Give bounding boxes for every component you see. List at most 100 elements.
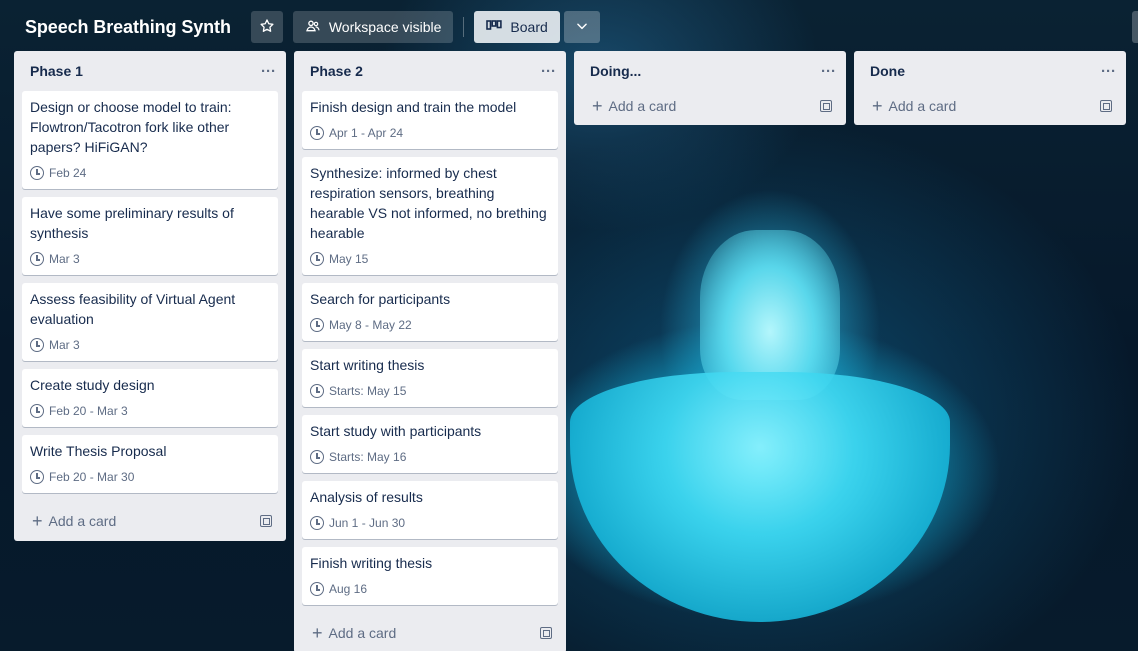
due-date-badge: Feb 20 - Mar 30 — [30, 467, 270, 487]
card-title: Design or choose model to train: Flowtro… — [30, 99, 232, 155]
board-title[interactable]: Speech Breathing Synth — [14, 11, 241, 44]
clock-icon — [310, 252, 324, 266]
card-title: Synthesize: informed by chest respiratio… — [310, 165, 547, 241]
card-template-icon[interactable] — [1100, 100, 1112, 112]
list-menu-icon[interactable]: ··· — [261, 63, 276, 80]
card-title: Analysis of results — [310, 489, 423, 505]
card-template-icon[interactable] — [540, 627, 552, 639]
list-menu-icon[interactable]: ··· — [541, 63, 556, 80]
due-date: Apr 1 - Apr 24 — [329, 126, 404, 140]
card[interactable]: Design or choose model to train: Flowtro… — [22, 91, 278, 189]
due-date-badge: Apr 1 - Apr 24 — [310, 123, 550, 143]
clock-icon — [310, 516, 324, 530]
board-icon — [486, 19, 503, 36]
card[interactable]: Assess feasibility of Virtual Agent eval… — [22, 283, 278, 361]
card[interactable]: Write Thesis Proposal Feb 20 - Mar 30 — [22, 435, 278, 493]
board-view-button[interactable]: Board — [474, 11, 560, 43]
due-date: Aug 16 — [329, 582, 368, 596]
due-date: May 8 - May 22 — [329, 318, 412, 332]
start-date-badge: Starts: May 16 — [310, 447, 550, 467]
list-phase-2: Phase 2 ··· Finish design and train the … — [294, 51, 566, 651]
card-title: Finish design and train the model — [310, 99, 517, 115]
plus-icon: + — [592, 96, 603, 116]
card-title: Create study design — [30, 377, 155, 393]
due-date: Jun 1 - Jun 30 — [329, 516, 406, 530]
card-template-icon[interactable] — [820, 100, 832, 112]
add-card-button[interactable]: + Add a card — [32, 512, 116, 530]
card-title: Finish writing thesis — [310, 555, 433, 571]
add-card-label: Add a card — [608, 98, 677, 114]
star-icon — [259, 18, 275, 37]
due-date-badge: Feb 24 — [30, 163, 270, 183]
card-title: Write Thesis Proposal — [30, 443, 167, 459]
card[interactable]: Synthesize: informed by chest respiratio… — [302, 157, 558, 275]
card-template-icon[interactable] — [260, 515, 272, 527]
list-menu-icon[interactable]: ··· — [821, 63, 836, 80]
start-date-badge: Starts: May 15 — [310, 381, 550, 401]
card-title: Search for participants — [310, 291, 451, 307]
due-date-badge: Mar 3 — [30, 335, 270, 355]
add-card-row: + Add a card — [574, 87, 846, 125]
clock-icon — [30, 404, 44, 418]
due-date-badge: Mar 3 — [30, 249, 270, 269]
due-date: Mar 3 — [49, 338, 80, 352]
list-title[interactable]: Phase 2 — [310, 63, 363, 79]
add-card-button[interactable]: + Add a card — [872, 97, 956, 115]
jellyfish-bell — [570, 372, 950, 622]
plus-icon: + — [32, 511, 43, 531]
list-header: Done ··· — [854, 51, 1126, 91]
star-button[interactable] — [250, 11, 283, 43]
card[interactable]: Start study with participants Starts: Ma… — [302, 415, 558, 473]
due-date: Mar 3 — [49, 252, 80, 266]
header-overflow-button[interactable] — [1132, 11, 1138, 43]
plus-icon: + — [312, 623, 323, 643]
due-date-badge: May 15 — [310, 249, 550, 269]
clock-icon — [310, 318, 324, 332]
card[interactable]: Create study design Feb 20 - Mar 3 — [22, 369, 278, 427]
due-date-badge: Aug 16 — [310, 579, 550, 599]
chevron-down-icon — [575, 19, 589, 36]
list-doing: Doing... ··· + Add a card — [574, 51, 846, 125]
due-date: May 15 — [329, 252, 369, 266]
visibility-button[interactable]: Workspace visible — [292, 11, 454, 43]
view-switcher-dropdown[interactable] — [563, 11, 600, 43]
list-menu-icon[interactable]: ··· — [1101, 63, 1116, 80]
list-title[interactable]: Doing... — [590, 63, 641, 79]
list-header: Phase 1 ··· — [14, 51, 286, 91]
clock-icon — [30, 166, 44, 180]
card[interactable]: Search for participants May 8 - May 22 — [302, 283, 558, 341]
list-header: Doing... ··· — [574, 51, 846, 91]
add-card-button[interactable]: + Add a card — [312, 624, 396, 642]
clock-icon — [30, 252, 44, 266]
card-title: Start study with participants — [310, 423, 482, 439]
clock-icon — [310, 126, 324, 140]
card[interactable]: Have some preliminary results of synthes… — [22, 197, 278, 275]
add-card-row: + Add a card — [14, 501, 286, 541]
add-card-label: Add a card — [48, 513, 117, 529]
card[interactable]: Finish design and train the model Apr 1 … — [302, 91, 558, 149]
list-header: Phase 2 ··· — [294, 51, 566, 91]
list-title[interactable]: Done — [870, 63, 905, 79]
header-divider — [463, 17, 465, 37]
list-done: Done ··· + Add a card — [854, 51, 1126, 125]
list-phase-1: Phase 1 ··· Design or choose model to tr… — [14, 51, 286, 541]
clock-icon — [30, 338, 44, 352]
start-date: Starts: May 16 — [329, 450, 407, 464]
due-date: Feb 20 - Mar 3 — [49, 404, 128, 418]
due-date-badge: May 8 - May 22 — [310, 315, 550, 335]
list-title[interactable]: Phase 1 — [30, 63, 83, 79]
due-date: Feb 24 — [49, 166, 87, 180]
card[interactable]: Finish writing thesis Aug 16 — [302, 547, 558, 605]
card[interactable]: Analysis of results Jun 1 - Jun 30 — [302, 481, 558, 539]
card-title: Start writing thesis — [310, 357, 425, 373]
add-card-row: + Add a card — [294, 613, 566, 651]
start-date: Starts: May 15 — [329, 384, 407, 398]
clock-icon — [310, 450, 324, 464]
board-view-label: Board — [510, 19, 548, 35]
add-card-button[interactable]: + Add a card — [592, 97, 676, 115]
card[interactable]: Start writing thesis Starts: May 15 — [302, 349, 558, 407]
card-title: Assess feasibility of Virtual Agent eval… — [30, 291, 236, 327]
add-card-label: Add a card — [328, 625, 397, 641]
plus-icon: + — [872, 96, 883, 116]
visibility-label: Workspace visible — [328, 19, 442, 35]
